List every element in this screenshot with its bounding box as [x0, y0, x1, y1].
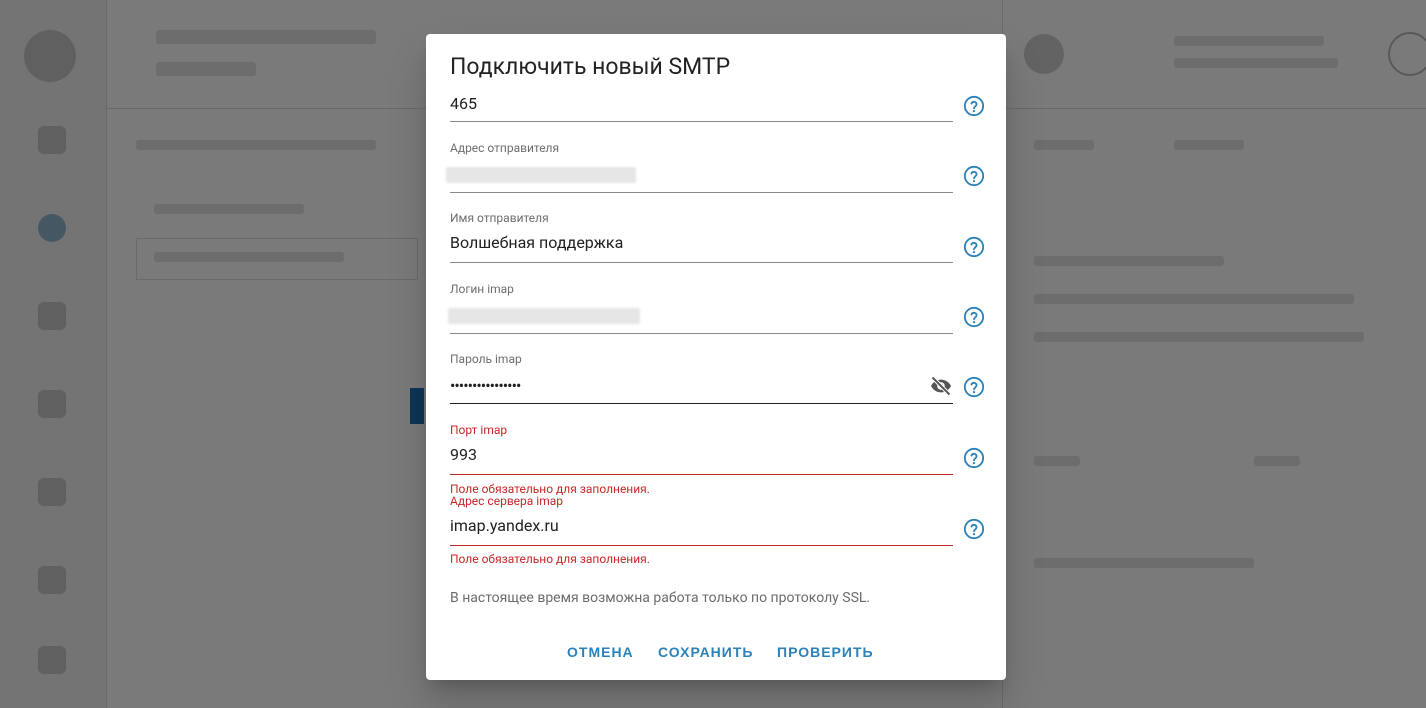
help-circle-icon[interactable] [963, 236, 985, 258]
field-value: 993 [450, 445, 477, 464]
password-value: •••••••••••••••• [450, 376, 521, 395]
redacted-value [448, 308, 640, 324]
imap-port-field[interactable]: Порт imap 993 [450, 423, 953, 475]
help-circle-icon[interactable] [963, 447, 985, 469]
smtp-dialog: Подключить новый SMTP 465 Адрес отправит… [426, 34, 1006, 680]
field-underline [450, 121, 953, 122]
field-label: Порт imap [450, 423, 508, 437]
redacted-value [446, 167, 636, 183]
sender-name-field[interactable]: Имя отправителя Волшебная поддержка [450, 211, 953, 263]
field-label: Логин imap [450, 282, 514, 296]
field-error-message: Поле обязательно для заполнения. [450, 552, 650, 566]
help-circle-icon[interactable] [963, 95, 985, 117]
imap-login-field[interactable]: Логин imap [448, 282, 953, 334]
eye-off-icon[interactable] [929, 374, 953, 398]
smtp-port-field[interactable]: 465 [450, 70, 953, 122]
check-button[interactable]: ПРОВЕРИТЬ [777, 644, 874, 660]
field-label: Имя отправителя [450, 211, 549, 225]
field-underline [450, 403, 953, 404]
help-circle-icon[interactable] [963, 376, 985, 398]
field-underline [450, 545, 953, 546]
field-label: Адрес отправителя [450, 141, 560, 155]
field-label: Адрес сервера imap [450, 494, 563, 508]
help-circle-icon[interactable] [963, 306, 985, 328]
field-underline [450, 333, 953, 334]
help-circle-icon[interactable] [963, 518, 985, 540]
field-value: 465 [450, 94, 477, 113]
imap-password-field[interactable]: Пароль imap •••••••••••••••• [450, 352, 953, 404]
field-underline [450, 262, 953, 263]
sender-address-field[interactable]: Адрес отправителя [446, 141, 953, 193]
field-value: Волшебная поддержка [450, 233, 624, 252]
imap-server-field[interactable]: Адрес сервера imap imap.yandex.ru [450, 494, 953, 546]
field-label: Пароль imap [450, 352, 522, 366]
field-underline [450, 474, 953, 475]
save-button[interactable]: СОХРАНИТЬ [658, 644, 753, 660]
field-underline [450, 192, 953, 193]
field-value: imap.yandex.ru [450, 516, 559, 535]
ssl-note: В настоящее время возможна работа только… [450, 590, 871, 606]
help-circle-icon[interactable] [963, 165, 985, 187]
cancel-button[interactable]: ОТМЕНА [567, 644, 634, 660]
